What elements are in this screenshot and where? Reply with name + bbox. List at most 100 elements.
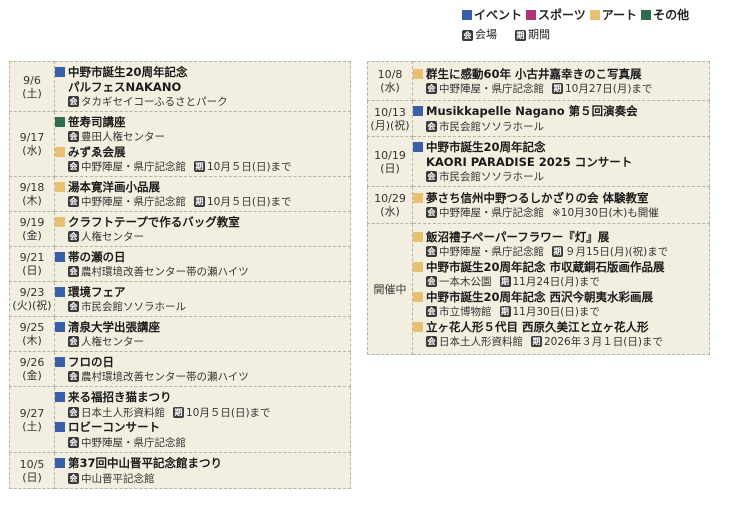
schedule-row: 9/17 (水) 笹寿司講座会豊田人権センター みずゑ会展会中野陣屋・県庁記念館期 10… (9, 111, 351, 177)
events-cell: 中野市誕生20周年記念 KAORI PARADISE 2025 コンサート会市民会… (412, 136, 710, 187)
schedule-row: 10/29 (水) 夢さち信州中野つるしかざりの会 体験教室会中野陣屋・県庁記念館 ※… (367, 186, 710, 224)
event-title-line: 環境フェア (55, 284, 350, 299)
event-venue: 人権センター (81, 336, 144, 348)
legend: イベント スポーツ アート その他 会会場 期期間 (462, 6, 693, 44)
date-cell: 10/13 (月)(祝) (367, 100, 413, 137)
category-swatch (55, 216, 65, 227)
event-venue: 一本木公園 (439, 276, 492, 288)
legend-icons: 会会場 期期間 (462, 26, 693, 44)
event-title: 夢さち信州中野つるしかざりの会 体験教室 (426, 190, 649, 205)
legend-label-sports: スポーツ (538, 8, 586, 22)
venue-icon: 会 (68, 96, 79, 107)
weekday-text: (水) (380, 81, 400, 94)
event-venue: 中野陣屋・県庁記念館 (81, 436, 186, 449)
schedule-row: 9/19 (金) クラフトテープで作るバッグ教室会人権センター (9, 211, 351, 247)
venue-icon: 会 (68, 301, 79, 312)
weekday-text: (日) (22, 264, 42, 277)
date-text: 9/17 (19, 131, 45, 144)
events-cell: 夢さち信州中野つるしかざりの会 体験教室会中野陣屋・県庁記念館 ※10月30日(木… (412, 186, 710, 224)
event-venue-line: 会中山晋平記念館 (55, 471, 350, 486)
weekday-text: (水) (380, 205, 400, 218)
event-title-line: 中野市誕生20周年記念 市収蔵銅石版画作品展 (413, 259, 709, 274)
weekday-text: (水) (22, 144, 42, 157)
date-text: 10/29 (374, 192, 406, 205)
venue-icon: 会 (426, 276, 437, 287)
event-venue: 市民会館ソソラホール (439, 120, 544, 133)
event-title-line: ロビーコンサート (55, 420, 350, 435)
period-icon: 期 (194, 196, 205, 207)
event-title: 環境フェア (68, 284, 126, 299)
events-cell: Musikkapelle Nagano 第５回演奏会会市民会館ソソラホール (412, 100, 710, 137)
venue-icon: 会 (426, 83, 437, 94)
legend-label-art: アート (601, 8, 638, 22)
category-swatch (55, 66, 65, 77)
event-period: 期 10月５日(日)まで (194, 194, 292, 209)
legend-label-event: イベント (474, 8, 523, 22)
venue-icon: 会 (68, 131, 79, 142)
legend-venue-label: 会場 (475, 28, 497, 41)
event-title-line: クラフトテープで作るバッグ教室 (55, 214, 350, 229)
period-icon: 期 (531, 336, 542, 347)
event-venue-line: 会中野陣屋・県庁記念館 ※10月30日(木)も開催 (413, 205, 709, 220)
period-icon: 期 (552, 83, 563, 94)
event-title: 群生に感動60年 小古井嘉幸きのこ写真展 (426, 66, 642, 81)
events-cell: 来る福招き猫まつり会日本土人形資料館期 10月５日(日)まで ロビーコンサート 会中野… (54, 386, 351, 453)
event-venue: 市立博物館 (439, 306, 492, 318)
events-cell: フロの日会農村環境改善センター帯の瀬ハイツ (54, 351, 351, 387)
event-title: Musikkapelle Nagano 第５回演奏会 (426, 104, 638, 118)
event-title: 中野市誕生20周年記念 市収蔵銅石版画作品展 (426, 259, 665, 274)
venue-icon: 会 (68, 231, 79, 242)
event-venue-line: 会豊田人権センター (55, 129, 350, 144)
event-period: 期 11月24日(月)まで (499, 274, 600, 289)
schedule-row: 9/21 (日) 帯の瀬の日会農村環境改善センター帯の瀬ハイツ (9, 246, 351, 282)
venue-icon: 会 (68, 406, 79, 418)
event-title-line: Musikkapelle Nagano 第５回演奏会 (413, 104, 709, 119)
venue-icon: 会 (426, 120, 437, 132)
event-period-text: ９月15日(月)(祝)まで (565, 246, 669, 258)
schedule-row: 10/8 (水) 群生に感動60年 小古井嘉幸きのこ写真展会中野陣屋・県庁記念館期 1… (367, 61, 710, 101)
category-swatch (55, 116, 65, 127)
event-title: 中野市誕生20周年記念 西沢今朝夷水彩画展 (426, 289, 654, 304)
events-cell: 群生に感動60年 小古井嘉幸きのこ写真展会中野陣屋・県庁記念館期 10月27日(月… (412, 61, 710, 101)
event-title-line: 中野市誕生20周年記念 (413, 139, 709, 154)
event-period-text: 11月30日(日)まで (512, 306, 600, 318)
category-swatch (55, 251, 65, 262)
event-title-line: フロの日 (55, 354, 350, 369)
event-venue: 中野陣屋・県庁記念館 (81, 161, 186, 173)
category-swatch (55, 321, 65, 332)
event-venue-line: 会日本土人形資料館期 10月５日(日)まで (55, 405, 350, 420)
weekday-text: (日) (380, 161, 400, 175)
category-swatch (413, 192, 423, 203)
event-title-line: 来る福招き猫まつり (55, 390, 350, 405)
event-title: 飯沼禮子ペーパーフラワー『灯』展 (426, 229, 610, 244)
event-period-text: 11月24日(月)まで (512, 276, 600, 288)
events-cell: 帯の瀬の日会農村環境改善センター帯の瀬ハイツ (54, 246, 351, 282)
legend-label-other: その他 (653, 8, 690, 22)
events-cell: 第37回中山晋平記念館まつり会中山晋平記念館 (54, 452, 351, 489)
event-venue: 人権センター (81, 231, 144, 243)
schedule-row: 9/27 (土) 来る福招き猫まつり会日本土人形資料館期 10月５日(日)まで ロビーコ… (9, 386, 351, 453)
category-swatch (55, 356, 65, 367)
event-period: 期 10月５日(日)まで (194, 159, 292, 174)
date-text: 10/13 (374, 105, 406, 119)
venue-icon: 会 (68, 266, 79, 277)
venue-icon: 会 (68, 196, 79, 207)
event-note: ※10月30日(木)も開催 (552, 207, 659, 219)
event-venue-line: 会一本木公園期 11月24日(月)まで (413, 274, 709, 289)
date-text: 9/21 (19, 251, 45, 264)
events-cell: 環境フェア会市民会館ソソラホール (54, 281, 351, 317)
legend-period-label: 期間 (528, 28, 550, 41)
date-cell: 10/8 (水) (367, 61, 413, 101)
category-swatch (413, 141, 423, 152)
category-swatch (413, 291, 423, 302)
event-venue: 市民会館ソソラホール (81, 301, 186, 313)
date-text: 10/8 (377, 68, 403, 81)
schedule-row: 9/18 (木) 湯本寛洋画小品展会中野陣屋・県庁記念館期 10月５日(日)まで (9, 176, 351, 212)
date-text: 9/6 (23, 73, 41, 87)
event-title-line: 夢さち信州中野つるしかざりの会 体験教室 (413, 190, 709, 205)
venue-icon: 会 (68, 371, 79, 382)
legend-swatch-event (462, 10, 472, 20)
category-swatch (55, 458, 65, 468)
event-title-line: 笹寿司講座 (55, 114, 350, 129)
schedule-row: 9/25 (木) 清泉大学出張講座会人権センター (9, 316, 351, 352)
